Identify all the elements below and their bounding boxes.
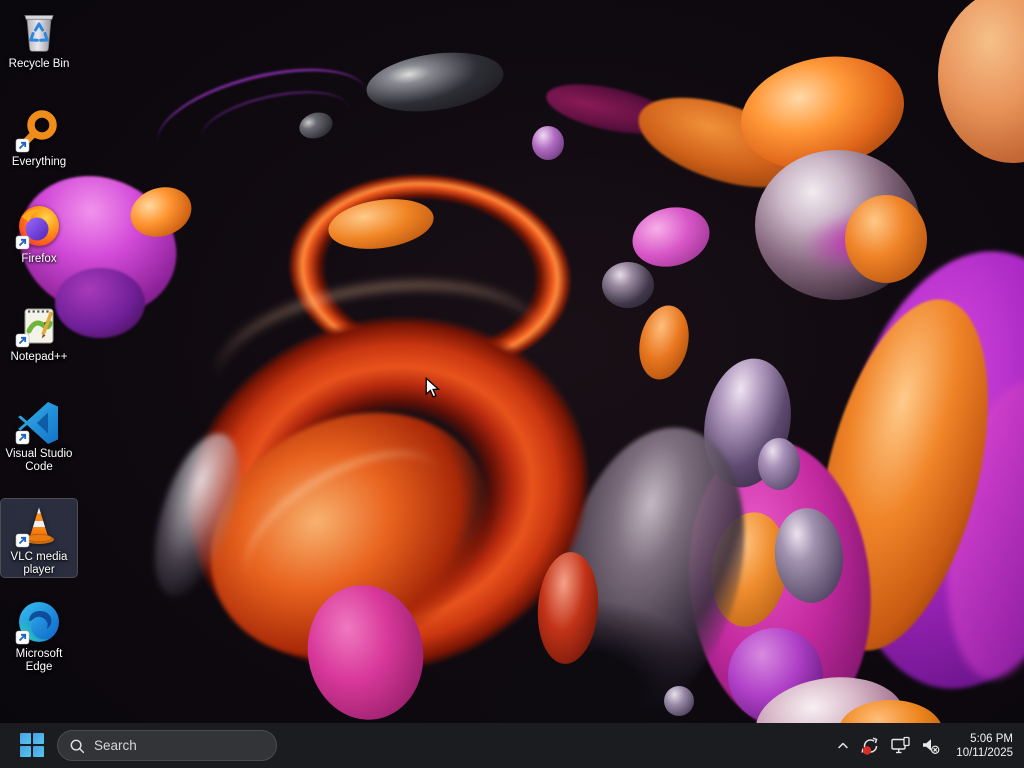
recycle-bin-icon	[24, 15, 54, 52]
desktop-icon-label: VLC media player	[10, 551, 68, 576]
desktop-icon-vlc[interactable]: VLC media player	[0, 498, 78, 578]
volume-muted-icon	[923, 738, 940, 754]
search-icon	[70, 739, 85, 753]
desktop-icon-label: Notepad++	[10, 351, 68, 363]
firefox-icon	[15, 206, 59, 250]
wallpaper-blob	[938, 0, 1024, 163]
tray-volume-button[interactable]	[916, 728, 946, 764]
wallpaper-blob	[845, 195, 927, 283]
chevron-up-icon	[838, 742, 849, 748]
vlc-icon	[15, 507, 54, 548]
desktop-icon-label: Recycle Bin	[8, 58, 70, 70]
tray-sync-alert-button[interactable]	[856, 728, 886, 764]
desktop-icon-notepadpp[interactable]: Notepad++	[1, 299, 77, 364]
wallpaper-blob	[626, 199, 716, 275]
tray-chevron-button[interactable]	[830, 728, 856, 764]
wallpaper-blob	[532, 126, 564, 160]
system-tray: 5:06 PM 10/11/2025	[830, 723, 1024, 768]
tray-display-button[interactable]	[886, 728, 916, 764]
vscode-icon	[15, 402, 58, 445]
desktop-icon-label: Visual Studio Code	[5, 448, 73, 473]
desktop: Recycle Bin Everything Firefox Notepad++…	[0, 0, 1024, 768]
desktop-icon-everything[interactable]: Everything	[1, 104, 77, 169]
notepadpp-icon	[15, 308, 54, 348]
wallpaper-blob	[758, 438, 800, 490]
desktop-icon-recycle-bin[interactable]: Recycle Bin	[1, 6, 77, 71]
desktop-icon-edge[interactable]: Microsoft Edge	[1, 596, 77, 674]
wallpaper-blob	[602, 262, 654, 308]
taskbar-clock[interactable]: 5:06 PM 10/11/2025	[956, 732, 1024, 760]
desktop-icon-label: Firefox	[21, 253, 57, 265]
desktop-icon-vscode[interactable]: Visual Studio Code	[1, 396, 77, 474]
taskbar: Search 5:06 PM 10/11/2025	[0, 723, 1024, 768]
desktop-icon-label: Microsoft Edge	[15, 648, 63, 673]
edge-icon	[15, 602, 59, 645]
desktop-icon-label: Everything	[11, 156, 67, 168]
clock-date: 10/11/2025	[956, 746, 1013, 759]
wallpaper-blob	[632, 300, 696, 385]
clock-time: 5:06 PM	[970, 732, 1013, 745]
desktop-icon-firefox[interactable]: Firefox	[1, 201, 77, 266]
search-placeholder: Search	[94, 738, 137, 753]
wallpaper-blob	[362, 44, 508, 120]
start-button[interactable]	[12, 725, 52, 765]
everything-icon	[15, 110, 57, 153]
display-connect-icon	[891, 736, 910, 753]
wallpaper-blob	[664, 686, 694, 716]
windows-logo-icon	[20, 733, 44, 757]
sync-arrows-red-badge-icon	[861, 736, 878, 755]
search-box[interactable]: Search	[57, 730, 277, 761]
